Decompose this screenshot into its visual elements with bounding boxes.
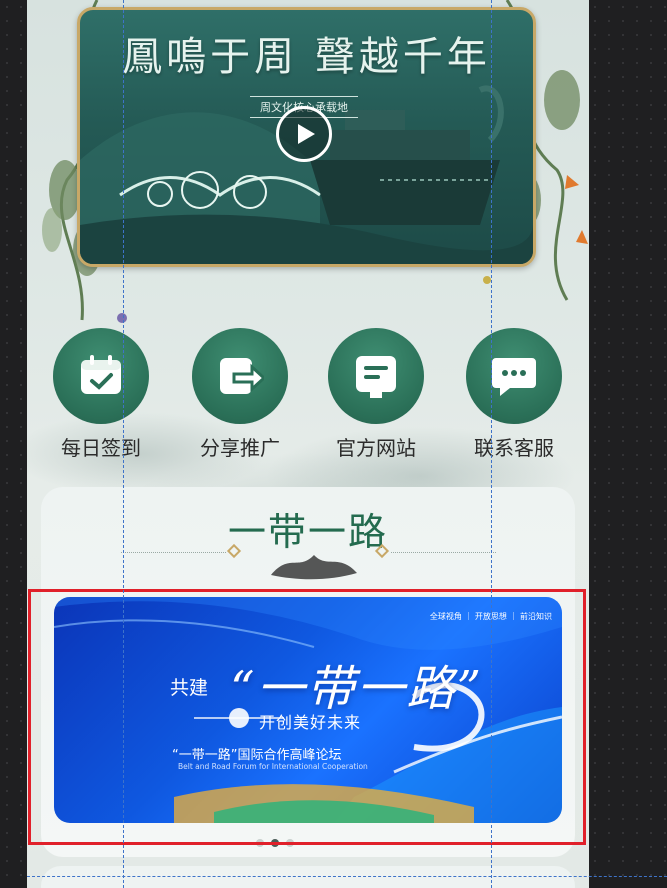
- quick-action-label: 分享推广: [200, 436, 280, 460]
- quick-action-icon-bg: [192, 328, 288, 424]
- ink-mountain-ornament: [271, 555, 357, 580]
- quick-action-label: 每日签到: [61, 436, 141, 460]
- layout-guide-horizontal: [27, 876, 667, 877]
- selection-highlight: [28, 589, 586, 845]
- quick-action-website[interactable]: 官方网站: [316, 328, 436, 461]
- website-doc-icon: [356, 356, 396, 398]
- calendar-check-icon: [81, 355, 121, 394]
- play-icon: [298, 124, 315, 144]
- share-arrow-icon: [220, 358, 264, 394]
- quick-action-icon-bg: [328, 328, 424, 424]
- quick-actions: 每日签到 分享推广 官方网站 联系客服: [27, 328, 589, 468]
- quick-action-label: 官方网站: [336, 436, 416, 460]
- video-title: 鳳鳴于周 聲越千年: [122, 34, 491, 80]
- quick-action-checkin[interactable]: 每日签到: [41, 328, 161, 461]
- quick-action-icon-bg: [53, 328, 149, 424]
- quick-action-support[interactable]: 联系客服: [454, 328, 574, 461]
- next-section-card: [41, 866, 575, 888]
- promo-video-card[interactable]: 鳳鳴于周 聲越千年 周文化核心承载地: [77, 7, 536, 267]
- layout-guide-vertical: [123, 0, 124, 888]
- title-divider-right: [391, 552, 496, 553]
- title-divider-left: [121, 552, 226, 553]
- chat-bubble-icon: [492, 358, 536, 396]
- play-button[interactable]: [276, 106, 332, 162]
- quick-action-label: 联系客服: [474, 436, 554, 460]
- quick-action-icon-bg: [466, 328, 562, 424]
- layout-guide-vertical: [491, 0, 492, 888]
- quick-action-share[interactable]: 分享推广: [180, 328, 300, 461]
